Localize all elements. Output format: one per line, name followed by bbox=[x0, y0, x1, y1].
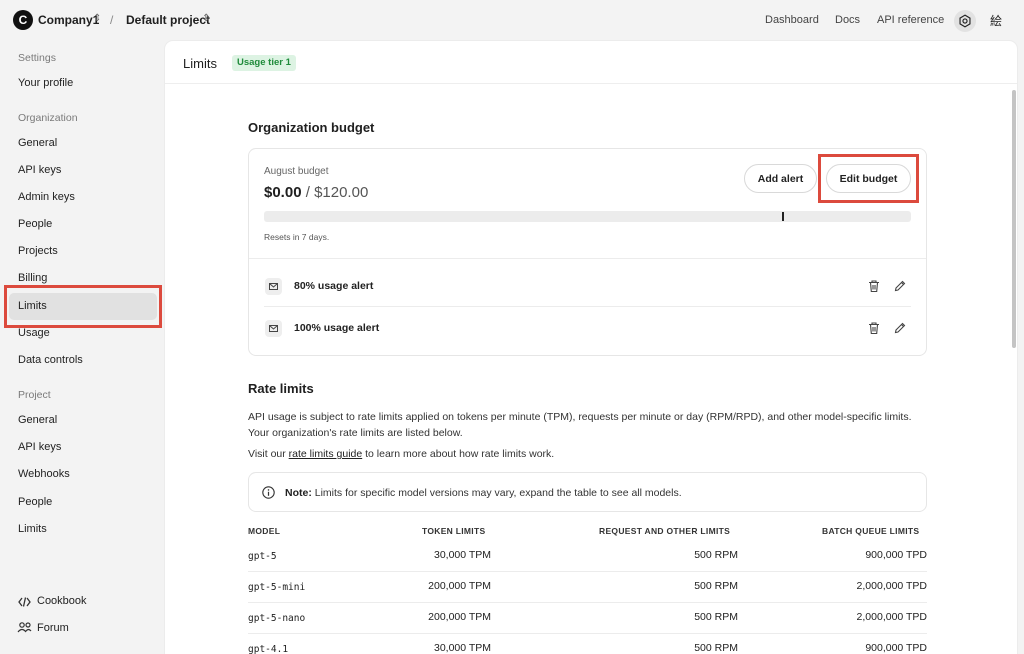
mail-icon bbox=[265, 320, 282, 337]
budget-period-label: August budget bbox=[264, 166, 329, 177]
sidebar-item-org-general[interactable]: General bbox=[18, 137, 57, 149]
rate-limits-heading: Rate limits bbox=[248, 381, 314, 396]
table-row-model: gpt-4.1 bbox=[248, 644, 289, 654]
people-icon bbox=[17, 622, 32, 633]
column-header-batch-limits: BATCH QUEUE LIMITS bbox=[822, 526, 920, 536]
budget-alert-threshold-marker bbox=[781, 212, 784, 221]
note-text: Note: Limits for specific model versions… bbox=[285, 487, 682, 499]
divider bbox=[264, 306, 911, 307]
sidebar-item-org-limits[interactable]: Limits bbox=[18, 300, 47, 312]
column-header-model: MODEL bbox=[248, 526, 281, 536]
table-row-requests: 500 RPM bbox=[694, 549, 738, 561]
usage-tier-badge: Usage tier 1 bbox=[232, 55, 296, 71]
visit-prefix: Visit our bbox=[248, 448, 289, 460]
sidebar-item-webhooks[interactable]: Webhooks bbox=[18, 468, 70, 480]
budget-separator: / bbox=[301, 184, 315, 201]
page-title: Limits bbox=[183, 56, 217, 71]
sidebar-item-project-limits[interactable]: Limits bbox=[18, 523, 47, 535]
api-reference-link[interactable]: API reference bbox=[877, 14, 944, 26]
page-header: Limits Usage tier 1 bbox=[165, 41, 1017, 84]
table-row-batch: 900,000 TPD bbox=[865, 642, 927, 654]
project-switcher[interactable]: Default project bbox=[126, 13, 210, 27]
organization-budget-heading: Organization budget bbox=[248, 120, 375, 135]
table-row-model: gpt-5 bbox=[248, 551, 277, 562]
table-row-model: gpt-5-nano bbox=[248, 613, 306, 624]
sidebar-item-your-profile[interactable]: Your profile bbox=[18, 77, 73, 89]
sidebar-item-org-people[interactable]: People bbox=[18, 218, 52, 230]
org-switcher-chevron-icon[interactable]: ⇕ bbox=[93, 13, 101, 24]
column-header-request-limits: REQUEST AND OTHER LIMITS bbox=[599, 526, 731, 536]
column-header-token-limits: TOKEN LIMITS bbox=[422, 526, 486, 536]
project-switcher-chevron-icon[interactable]: ⇕ bbox=[202, 13, 210, 24]
budget-progress-bar bbox=[264, 211, 911, 222]
table-row-tokens: 200,000 TPM bbox=[428, 611, 491, 623]
pencil-icon[interactable] bbox=[893, 279, 907, 293]
docs-link[interactable]: Docs bbox=[835, 14, 860, 26]
table-row-model: gpt-5-mini bbox=[248, 582, 306, 593]
settings-button[interactable] bbox=[954, 10, 976, 32]
sidebar bbox=[0, 41, 165, 654]
rate-limits-guide-link[interactable]: rate limits guide bbox=[289, 448, 363, 460]
alert-label-100: 100% usage alert bbox=[294, 322, 380, 334]
scrollbar-thumb[interactable] bbox=[1012, 90, 1016, 348]
org-avatar[interactable]: C bbox=[13, 10, 33, 30]
sidebar-item-project-general[interactable]: General bbox=[18, 414, 57, 426]
rate-limits-intro-line2: Your organization's rate limits are list… bbox=[248, 427, 463, 439]
table-row-requests: 500 RPM bbox=[694, 611, 738, 623]
code-icon bbox=[18, 597, 31, 607]
divider bbox=[248, 571, 927, 572]
rate-limits-intro-line1: API usage is subject to rate limits appl… bbox=[248, 411, 912, 423]
trash-icon[interactable] bbox=[867, 279, 881, 293]
top-bar: C Company1 ⇕ / Default project ⇕ Dashboa… bbox=[0, 0, 1024, 41]
forum-link[interactable]: Forum bbox=[37, 622, 69, 634]
table-row-batch: 900,000 TPD bbox=[865, 549, 927, 561]
edit-budget-button[interactable]: Edit budget bbox=[826, 164, 911, 193]
divider bbox=[248, 633, 927, 634]
dashboard-link[interactable]: Dashboard bbox=[765, 14, 819, 26]
sidebar-item-data-controls[interactable]: Data controls bbox=[18, 354, 83, 366]
alert-label-80: 80% usage alert bbox=[294, 280, 374, 292]
cookbook-link[interactable]: Cookbook bbox=[37, 595, 87, 607]
add-alert-button[interactable]: Add alert bbox=[744, 164, 817, 193]
gear-icon bbox=[959, 14, 971, 28]
user-menu-button[interactable]: 絵 bbox=[990, 12, 1002, 29]
budget-amount: $0.00 / $120.00 bbox=[264, 184, 368, 201]
divider bbox=[248, 602, 927, 603]
visit-suffix: to learn more about how rate limits work… bbox=[362, 448, 555, 460]
table-row-tokens: 30,000 TPM bbox=[433, 642, 491, 654]
note-label: Note: bbox=[285, 487, 312, 499]
sidebar-section-organization: Organization bbox=[18, 112, 78, 124]
budget-total: $120.00 bbox=[314, 184, 369, 201]
trash-icon[interactable] bbox=[867, 321, 881, 335]
info-icon bbox=[262, 486, 275, 499]
sidebar-item-admin-keys[interactable]: Admin keys bbox=[18, 191, 75, 203]
budget-spent: $0.00 bbox=[264, 184, 302, 201]
sidebar-item-org-api-keys[interactable]: API keys bbox=[18, 164, 61, 176]
rate-limits-guide-text: Visit our rate limits guide to learn mor… bbox=[248, 446, 554, 462]
table-row-requests: 500 RPM bbox=[694, 580, 738, 592]
sidebar-item-projects[interactable]: Projects bbox=[18, 245, 58, 257]
sidebar-item-billing[interactable]: Billing bbox=[18, 272, 47, 284]
table-row-requests: 500 RPM bbox=[694, 642, 738, 654]
table-row-tokens: 30,000 TPM bbox=[433, 549, 491, 561]
note-body: Limits for specific model versions may v… bbox=[311, 487, 682, 499]
sidebar-section-settings: Settings bbox=[18, 52, 56, 64]
org-switcher[interactable]: Company1 bbox=[38, 13, 99, 27]
sidebar-section-project: Project bbox=[18, 389, 51, 401]
divider bbox=[249, 258, 926, 259]
budget-reset-text: Resets in 7 days. bbox=[264, 232, 330, 242]
pencil-icon[interactable] bbox=[893, 321, 907, 335]
table-row-batch: 2,000,000 TPD bbox=[856, 611, 927, 623]
breadcrumb-separator: / bbox=[110, 13, 114, 27]
sidebar-item-usage[interactable]: Usage bbox=[18, 327, 50, 339]
table-row-tokens: 200,000 TPM bbox=[428, 580, 491, 592]
sidebar-item-project-people[interactable]: People bbox=[18, 496, 52, 508]
table-row-batch: 2,000,000 TPD bbox=[856, 580, 927, 592]
mail-icon bbox=[265, 278, 282, 295]
sidebar-item-project-api-keys[interactable]: API keys bbox=[18, 441, 61, 453]
